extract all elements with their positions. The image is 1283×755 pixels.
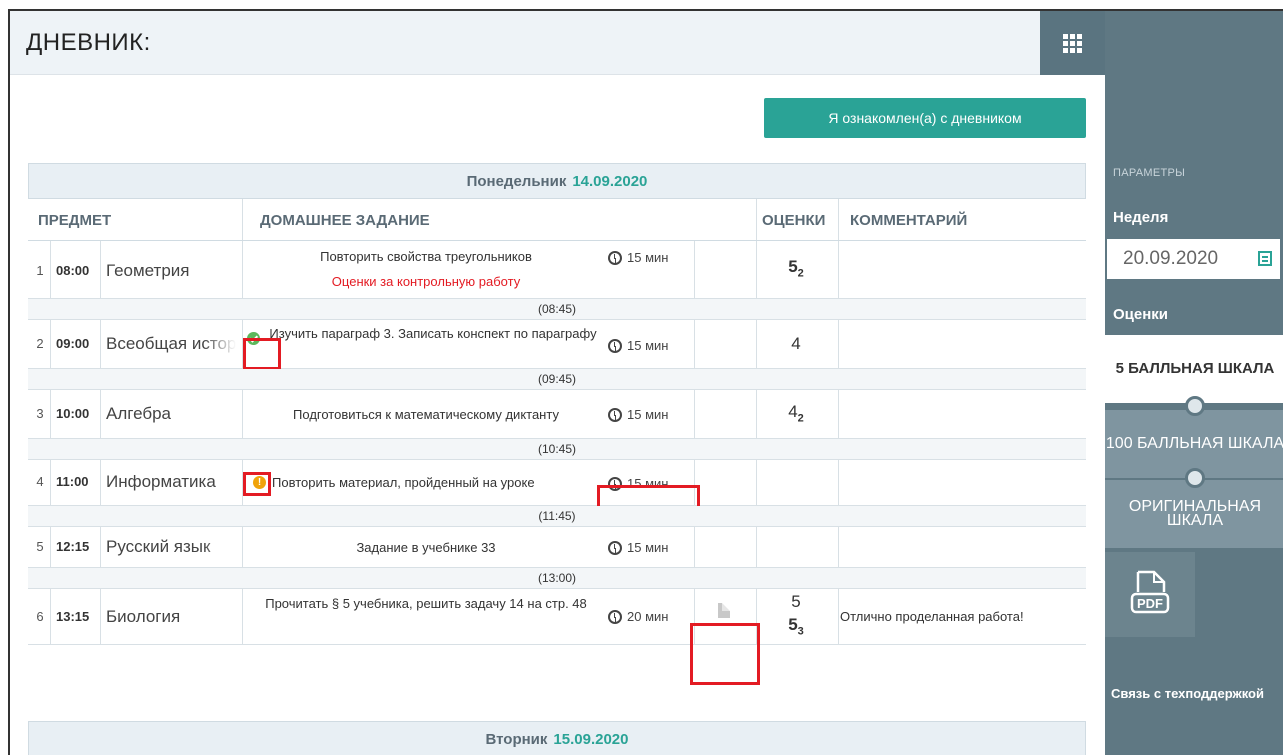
teacher-comment: Отлично проделанная работа! <box>840 609 1024 624</box>
acknowledge-diary-button[interactable]: Я ознакомлен(а) с дневником <box>764 98 1086 138</box>
lesson-row: 6 13:15 Биология Прочитать § 5 учебника,… <box>28 589 1086 645</box>
support-link[interactable]: Связь с техподдержкой <box>1111 686 1264 701</box>
highlight-box <box>690 623 760 685</box>
highlight-box <box>243 338 281 370</box>
lesson-row: 4 11:00 Информатика ! Повторить материал… <box>28 460 1086 506</box>
slider-knob[interactable] <box>1185 396 1205 416</box>
day-date: 15.09.2020 <box>553 730 629 748</box>
svg-text:PDF: PDF <box>1137 596 1163 611</box>
homework-duration: 15 мин <box>608 250 668 265</box>
page-header: ДНЕВНИК: <box>10 11 1105 75</box>
lesson-number: 6 <box>36 609 44 624</box>
lesson-subject[interactable]: Алгебра <box>106 404 236 424</box>
homework-text[interactable]: Прочитать § 5 учебника, решить задачу 14… <box>250 593 602 614</box>
lesson-row: 2 09:00 Всеобщая история Изучить парагра… <box>28 320 1086 369</box>
homework-duration: 15 мин <box>608 407 668 422</box>
homework-duration: 15 мин <box>608 540 668 555</box>
grade[interactable]: 42 <box>756 402 836 424</box>
attachment-file-icon[interactable] <box>718 603 730 618</box>
clock-icon <box>608 250 622 265</box>
table-header: ПРЕДМЕТ ДОМАШНЕЕ ЗАДАНИЕ ОЦЕНКИ КОММЕНТА… <box>28 199 1086 241</box>
homework-duration: 15 мин <box>608 338 668 353</box>
lesson-row: 5 12:15 Русский язык Задание в учебнике … <box>28 527 1086 568</box>
lesson-time: 13:15 <box>56 609 90 624</box>
homework-duration: 20 мин <box>608 609 668 624</box>
lesson-number: 2 <box>36 336 44 351</box>
grade[interactable]: 52 <box>756 257 836 279</box>
grades-label: Оценки <box>1113 306 1169 323</box>
homework-text[interactable]: Повторить свойства треугольников <box>246 246 606 267</box>
homework-text[interactable]: Повторить материал, пройденный на уроке <box>272 472 592 493</box>
lesson-row: 1 08:00 Геометрия Повторить свойства тре… <box>28 241 1086 299</box>
parameters-panel: ПАРАМЕТРЫ Неделя 20.09.2020 Оценки 5 БАЛ… <box>1105 11 1283 755</box>
scale-5-option[interactable]: 5 БАЛЛЬНАЯ ШКАЛА <box>1105 335 1283 403</box>
grid-icon <box>1063 33 1082 53</box>
lesson-time: 11:00 <box>56 474 89 489</box>
scale-original-option[interactable]: ОРИГИНАЛЬНАЯ ШКАЛА <box>1105 480 1283 548</box>
homework-text[interactable]: Подготовиться к математическому диктанту <box>246 404 606 425</box>
lesson-row: 3 10:00 Алгебра Подготовиться к математи… <box>28 390 1086 439</box>
grade[interactable]: 5 <box>756 592 836 612</box>
homework-text[interactable]: Задание в учебнике 33 <box>246 537 606 558</box>
column-homework: ДОМАШНЕЕ ЗАДАНИЕ <box>260 212 430 229</box>
column-subject: ПРЕДМЕТ <box>38 212 112 229</box>
column-grades: ОЦЕНКИ <box>762 212 826 229</box>
week-date-picker[interactable]: 20.09.2020 <box>1107 239 1280 279</box>
homework-note[interactable]: Оценки за контрольную работу <box>246 271 606 292</box>
lesson-end-time: (10:45) <box>28 439 1086 460</box>
day-date: 14.09.2020 <box>572 172 648 190</box>
lesson-end-time: (08:45) <box>28 299 1086 320</box>
lesson-end-time: (11:45) <box>28 506 1086 527</box>
lesson-number: 5 <box>36 539 44 554</box>
grade-second[interactable]: 53 <box>756 615 836 637</box>
day-header-monday[interactable]: Понедельник 14.09.2020 <box>28 163 1086 199</box>
lesson-time: 09:00 <box>56 336 90 351</box>
lesson-time: 10:00 <box>56 406 90 421</box>
lesson-end-time: (09:45) <box>28 369 1086 390</box>
day-name: Вторник <box>485 730 548 748</box>
clock-icon <box>608 338 622 353</box>
pdf-export-button[interactable]: PDF <box>1105 552 1195 637</box>
calendar-icon[interactable] <box>1258 251 1272 266</box>
lesson-subject[interactable]: Геометрия <box>106 261 236 281</box>
clock-icon <box>608 609 622 624</box>
lesson-subject[interactable]: Информатика <box>106 472 236 492</box>
grade[interactable]: 4 <box>756 334 836 354</box>
homework-text[interactable]: Изучить параграф 3. Записать конспект по… <box>268 323 598 344</box>
lesson-number: 3 <box>36 406 44 421</box>
slider-knob[interactable] <box>1185 468 1205 488</box>
lesson-end-time: (13:00) <box>28 568 1086 589</box>
day-header-tuesday[interactable]: Вторник 15.09.2020 <box>28 721 1086 755</box>
lesson-number: 4 <box>36 474 44 489</box>
lesson-time: 08:00 <box>56 263 90 278</box>
page-title: ДНЕВНИК: <box>26 29 151 56</box>
lesson-subject[interactable]: Биология <box>106 607 236 627</box>
lesson-subject[interactable]: Русский язык <box>106 537 236 557</box>
highlight-box <box>243 472 271 496</box>
week-label: Неделя <box>1113 209 1169 226</box>
lesson-number: 1 <box>36 263 44 278</box>
week-value: 20.09.2020 <box>1123 248 1219 269</box>
lesson-subject[interactable]: Всеобщая история <box>106 334 236 354</box>
pdf-icon: PDF <box>1130 570 1170 613</box>
apps-menu-button[interactable] <box>1040 11 1105 75</box>
day-name: Понедельник <box>466 172 567 190</box>
diary-page: ДНЕВНИК: Я ознакомлен(а) с дневником Пон… <box>8 9 1283 755</box>
lesson-time: 12:15 <box>56 539 90 554</box>
clock-icon <box>608 540 622 555</box>
column-comment: КОММЕНТАРИЙ <box>850 212 968 229</box>
parameters-label: ПАРАМЕТРЫ <box>1113 167 1186 179</box>
clock-icon <box>608 407 622 422</box>
